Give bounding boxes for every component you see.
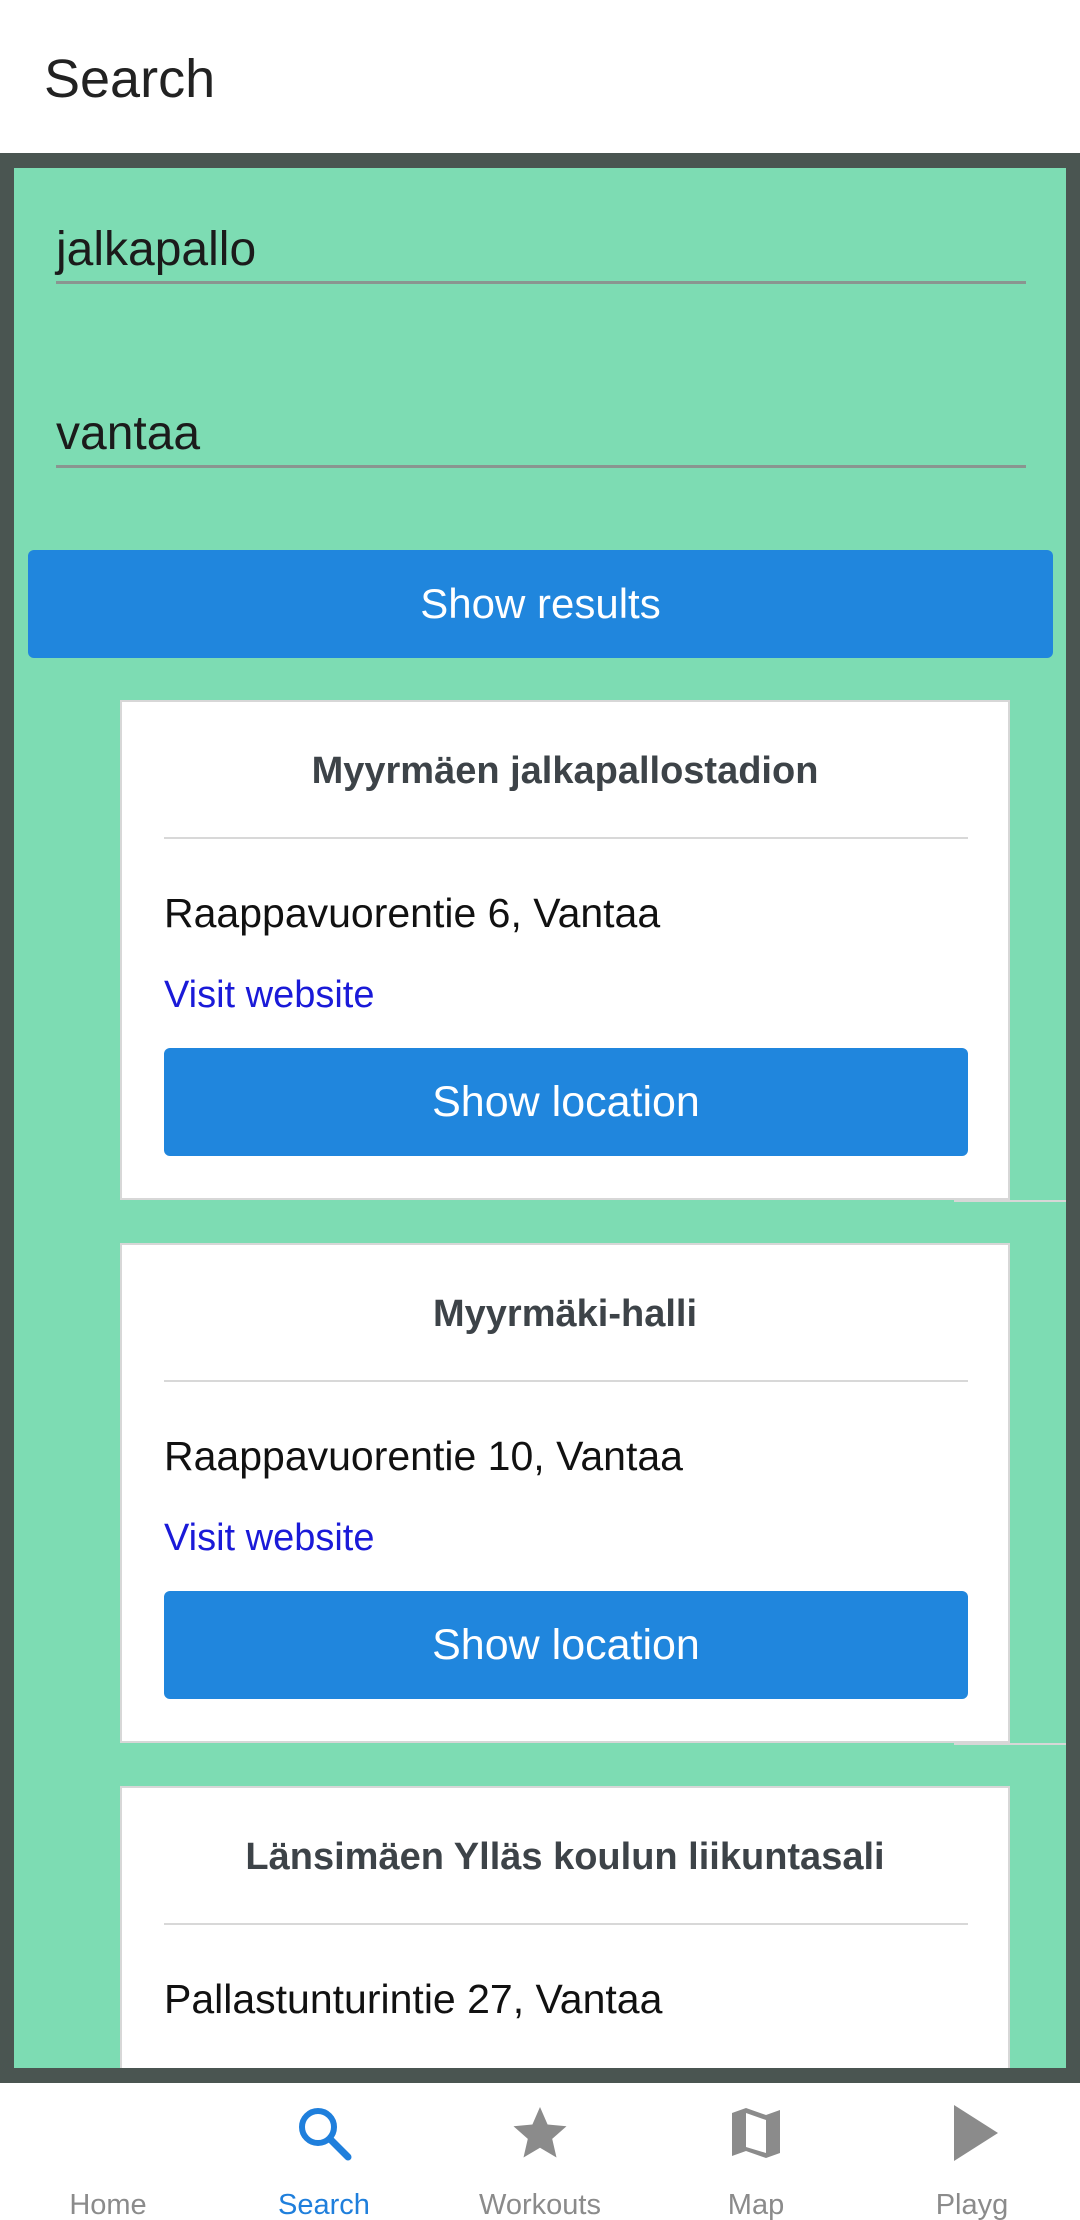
nav-label: Map bbox=[727, 2189, 785, 2220]
result-address: Raappavuorentie 10, Vantaa bbox=[164, 1433, 683, 1479]
nav-label: Home bbox=[69, 2189, 147, 2220]
map-icon bbox=[732, 2108, 780, 2158]
nav-item-search[interactable]: Search bbox=[216, 2083, 432, 2220]
bottom-navigation: Home Search Workouts Map Playg bbox=[0, 2083, 1080, 2220]
result-card: Myyrmäen jalkapallostadion Raappavuorent… bbox=[120, 700, 1010, 1200]
result-address: Raappavuorentie 6, Vantaa bbox=[164, 890, 661, 936]
show-location-button[interactable]: Show location bbox=[164, 1591, 968, 1699]
divider bbox=[954, 1743, 1066, 1745]
star-icon bbox=[513, 2107, 567, 2158]
show-results-button[interactable]: Show results bbox=[28, 550, 1053, 658]
card-divider bbox=[164, 1380, 968, 1382]
search-icon bbox=[299, 2108, 352, 2161]
activity-input-value: jalkapallo bbox=[56, 223, 257, 276]
nav-item-playground[interactable]: Playg bbox=[864, 2083, 1080, 2220]
result-name: Myyrmäen jalkapallostadion bbox=[311, 750, 819, 792]
play-icon bbox=[954, 2105, 998, 2161]
divider bbox=[954, 1200, 1066, 1202]
city-input-value: vantaa bbox=[56, 407, 201, 460]
visit-website-link[interactable]: Visit website bbox=[164, 1517, 375, 1560]
nav-item-workouts[interactable]: Workouts bbox=[432, 2083, 648, 2220]
result-name: Myyrmäki-halli bbox=[433, 1293, 697, 1335]
card-divider bbox=[164, 1923, 968, 1925]
activity-search-input[interactable]: jalkapallo bbox=[56, 192, 1026, 284]
nav-item-map[interactable]: Map bbox=[648, 2083, 864, 2220]
city-search-input[interactable]: vantaa bbox=[56, 376, 1026, 468]
search-screen: jalkapallo vantaa Show results Myyrmäen … bbox=[0, 153, 1080, 2083]
nav-label: Workouts bbox=[479, 2189, 601, 2220]
result-card: Myyrmäki-halli Raappavuorentie 10, Vanta… bbox=[120, 1243, 1010, 1743]
search-panel[interactable]: jalkapallo vantaa Show results Myyrmäen … bbox=[14, 168, 1066, 2068]
result-card: Länsimäen Ylläs koulun liikuntasali Pall… bbox=[120, 1786, 1010, 2068]
visit-website-link[interactable]: Visit website bbox=[164, 974, 375, 1017]
result-address: Pallastunturintie 27, Vantaa bbox=[164, 1976, 663, 2022]
app-header: Search bbox=[0, 0, 1080, 153]
result-name: Länsimäen Ylläs koulun liikuntasali bbox=[245, 1836, 885, 1878]
show-location-button[interactable]: Show location bbox=[164, 1048, 968, 1156]
page-title: Search bbox=[44, 49, 216, 109]
nav-item-home[interactable]: Home bbox=[0, 2083, 216, 2220]
nav-label: Search bbox=[278, 2189, 370, 2220]
card-divider bbox=[164, 837, 968, 839]
nav-label: Playg bbox=[935, 2189, 1009, 2220]
